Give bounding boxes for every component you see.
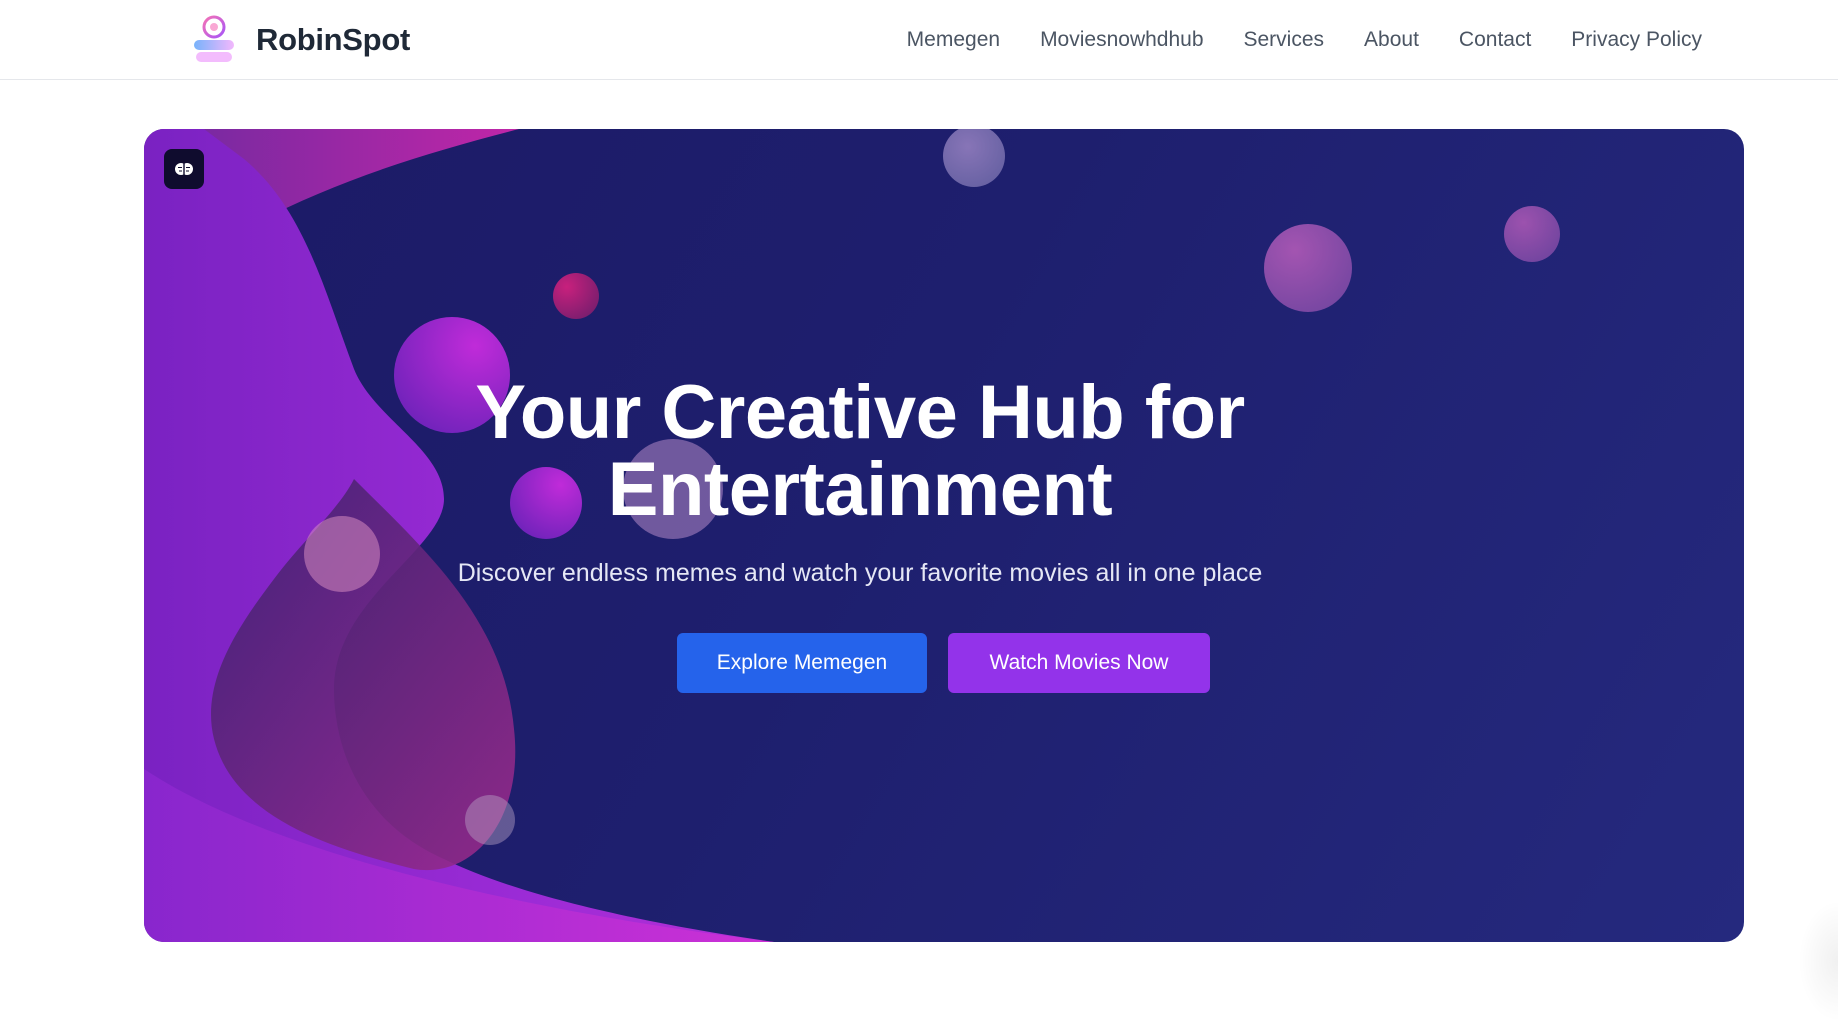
hero-title-line1: Your Creative Hub for [475,370,1245,455]
hero-content: Your Creative Hub for Entertainment Disc… [144,129,1744,942]
ai-badge-button[interactable] [164,149,204,189]
nav-item-about[interactable]: About [1364,28,1419,52]
explore-memegen-button[interactable]: Explore Memegen [677,633,927,693]
hero-title-line2: Entertainment [607,447,1113,532]
hero-title: Your Creative Hub for Entertainment [444,374,1276,528]
robinspot-logo-icon [188,14,240,66]
floating-widget-shadow [1798,900,1838,1022]
nav-item-moviesnowhdhub[interactable]: Moviesnowhdhub [1040,28,1203,52]
nav-item-services[interactable]: Services [1244,28,1325,52]
brain-icon [175,163,193,175]
nav-item-privacy-policy[interactable]: Privacy Policy [1571,28,1702,52]
hero-banner: Your Creative Hub for Entertainment Disc… [144,129,1744,942]
brand-home-link[interactable]: RobinSpot [188,14,410,66]
nav-item-memegen[interactable]: Memegen [907,28,1000,52]
watch-movies-now-button[interactable]: Watch Movies Now [948,633,1210,693]
hero-subtitle: Discover endless memes and watch your fa… [457,559,1263,587]
nav-item-contact[interactable]: Contact [1459,28,1531,52]
site-header: RobinSpot Memegen Moviesnowhdhub Service… [0,0,1838,80]
brand-name: RobinSpot [256,22,410,57]
main-nav: Memegen Moviesnowhdhub Services About Co… [867,0,1702,79]
